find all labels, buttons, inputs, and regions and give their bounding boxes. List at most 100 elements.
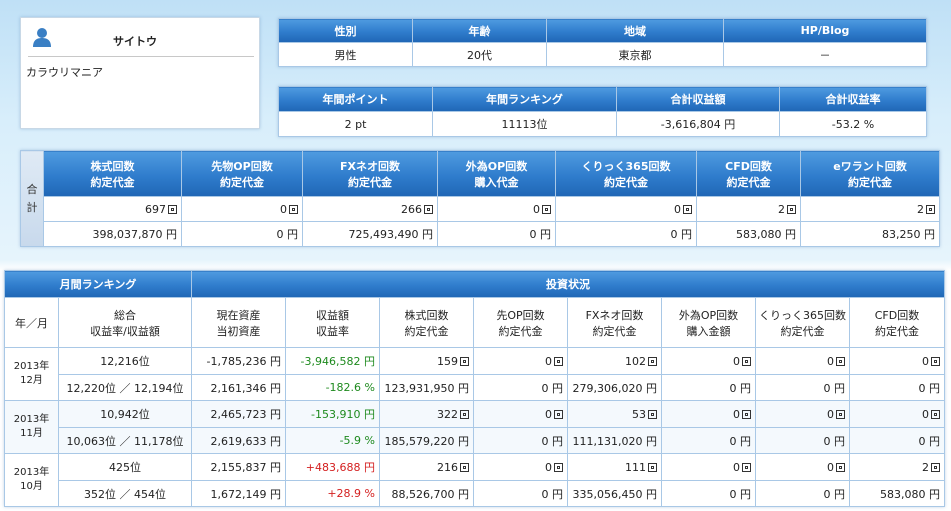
- click365-count: 0: [755, 453, 850, 481]
- group-investment-status: 投資状況: [191, 270, 945, 298]
- count-box-icon: [424, 204, 433, 214]
- forex-op-amount: 0 円: [661, 480, 756, 507]
- header-total-rate: 合計収益率: [779, 86, 927, 112]
- totals-amount-fx-neo: 725,493,490 円: [302, 221, 438, 247]
- row-year-month: 2013年 10月: [4, 453, 59, 507]
- totals-amount-futures-op: 0 円: [181, 221, 303, 247]
- count-box-icon: [554, 409, 563, 419]
- count-box-icon: [289, 204, 298, 214]
- profile-info-table: 性別 年齢 地域 HP/Blog 男性 20代 東京都 －: [278, 18, 927, 67]
- rank-rate-amount: 10,063位 ／ 11,178位: [58, 427, 192, 454]
- profile-card: サイトウ カラウリマニア: [20, 17, 260, 129]
- cfd-amount: 0 円: [849, 374, 945, 401]
- count-box-icon: [836, 409, 845, 419]
- user-icon: [33, 28, 51, 47]
- asset-init: 2,161,346 円: [191, 374, 286, 401]
- profile-name-bar: サイトウ: [28, 22, 254, 57]
- asset-init: 1,672,149 円: [191, 480, 286, 507]
- profile-name: サイトウ: [113, 35, 157, 48]
- header-hp-blog: HP/Blog: [723, 18, 927, 43]
- count-box-icon: [742, 462, 751, 472]
- op-amount: 0 円: [473, 427, 568, 454]
- header-overall: 総合 収益率/収益額: [58, 297, 192, 348]
- totals-header-cfd: CFD回数 約定代金: [696, 150, 801, 197]
- stock-amount: 185,579,220 円: [379, 427, 474, 454]
- asset-now: 2,155,837 円: [191, 453, 286, 481]
- header-profit: 収益額 収益率: [285, 297, 380, 348]
- row-year-month: 2013年 12月: [4, 347, 59, 401]
- header-assets: 現在資産 当初資産: [191, 297, 286, 348]
- row-year-month: 2013年 11月: [4, 400, 59, 454]
- stock-count: 159: [379, 347, 474, 375]
- stock-count: 216: [379, 453, 474, 481]
- asset-now: -1,785,236 円: [191, 347, 286, 375]
- value-region: 東京都: [546, 42, 724, 67]
- totals-amount-click365: 0 円: [555, 221, 697, 247]
- totals-label-text: 合計: [26, 182, 38, 214]
- profit-amount: -3,946,582 円: [285, 347, 380, 375]
- header-age: 年齢: [412, 18, 547, 43]
- fx-count: 111: [567, 453, 662, 481]
- header-total-profit: 合計収益額: [616, 86, 780, 112]
- table-row: 2013年 12月 12,216位 -1,785,236 円 -3,946,582…: [4, 347, 945, 401]
- header-annual-points: 年間ポイント: [278, 86, 433, 112]
- fx-amount: 279,306,020 円: [567, 374, 662, 401]
- rank-overall: 425位: [58, 453, 192, 481]
- value-total-profit: -3,616,804 円: [616, 111, 780, 137]
- totals-count-futures-op: 0: [181, 196, 303, 222]
- count-box-icon: [742, 409, 751, 419]
- click365-count: 0: [755, 347, 850, 375]
- count-box-icon: [931, 356, 940, 366]
- totals-header-fx-neo: FXネオ回数 約定代金: [302, 150, 438, 197]
- header-op: 先OP回数 約定代金: [473, 297, 568, 348]
- count-box-icon: [542, 204, 551, 214]
- value-annual-ranking: 11113位: [432, 111, 617, 137]
- profit-amount: -153,910 円: [285, 400, 380, 428]
- totals-label: 合計: [20, 150, 44, 247]
- value-gender: 男性: [278, 42, 413, 67]
- count-box-icon: [787, 204, 796, 214]
- annual-summary-table: 年間ポイント 年間ランキング 合計収益額 合計収益率 2 pt 11113位 -…: [278, 86, 927, 137]
- monthly-table: 月間ランキング 投資状況 年／月 総合 収益率/収益額 現在資産 当初資産 収益額収…: [4, 270, 945, 507]
- totals-header-forex-op: 外為OP回数 購入代金: [437, 150, 556, 197]
- cfd-count: 2: [849, 453, 945, 481]
- value-annual-points: 2 pt: [278, 111, 433, 137]
- count-box-icon: [460, 409, 469, 419]
- totals-header-click365: くりっく365回数 約定代金: [555, 150, 697, 197]
- totals-table: 合計 株式回数 約定代金 先物OP回数 約定代金 FXネオ回数 約定代金 外為OP回数…: [20, 150, 940, 247]
- totals-count-ewarrant: 2: [800, 196, 940, 222]
- totals-header-ewarrant: eワラント回数 約定代金: [800, 150, 940, 197]
- click365-count: 0: [755, 400, 850, 428]
- forex-op-amount: 0 円: [661, 374, 756, 401]
- click365-amount: 0 円: [755, 374, 850, 401]
- count-box-icon: [931, 409, 940, 419]
- count-box-icon: [648, 462, 657, 472]
- op-count: 0: [473, 400, 568, 428]
- count-box-icon: [648, 356, 657, 366]
- stock-count: 322: [379, 400, 474, 428]
- rank-rate-amount: 12,220位 ／ 12,194位: [58, 374, 192, 401]
- rank-rate-amount: 352位 ／ 454位: [58, 480, 192, 507]
- rank-overall: 10,942位: [58, 400, 192, 428]
- count-box-icon: [836, 462, 845, 472]
- op-amount: 0 円: [473, 374, 568, 401]
- fx-amount: 335,056,450 円: [567, 480, 662, 507]
- cfd-amount: 0 円: [849, 427, 945, 454]
- value-hp-blog: －: [723, 42, 927, 67]
- totals-amount-stock: 398,037,870 円: [43, 221, 182, 247]
- count-box-icon: [836, 356, 845, 366]
- count-box-icon: [648, 409, 657, 419]
- totals-header-stock: 株式回数 約定代金: [43, 150, 182, 197]
- header-year-month: 年／月: [4, 297, 59, 348]
- header-forex-op: 外為OP回数 購入金額: [661, 297, 756, 348]
- count-box-icon: [460, 462, 469, 472]
- totals-header-futures-op: 先物OP回数 約定代金: [181, 150, 303, 197]
- cfd-amount: 583,080 円: [849, 480, 945, 507]
- count-box-icon: [460, 356, 469, 366]
- count-box-icon: [931, 462, 940, 472]
- totals-amount-ewarrant: 83,250 円: [800, 221, 940, 247]
- op-count: 0: [473, 453, 568, 481]
- stock-amount: 123,931,950 円: [379, 374, 474, 401]
- table-row: 2013年 11月 10,942位 2,465,723 円 -153,910 円 …: [4, 400, 945, 454]
- count-box-icon: [554, 462, 563, 472]
